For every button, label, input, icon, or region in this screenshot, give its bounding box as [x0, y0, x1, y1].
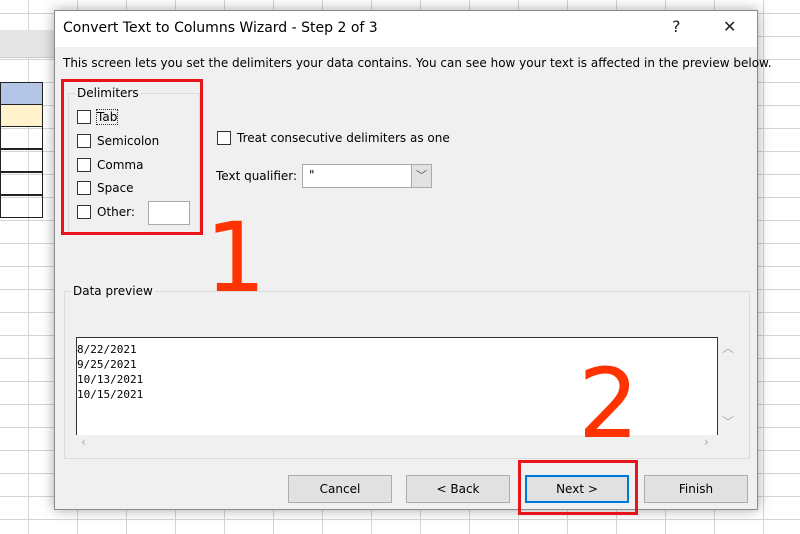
- checkbox-box[interactable]: [217, 131, 231, 145]
- cell[interactable]: [0, 126, 43, 149]
- finish-button[interactable]: Finish: [644, 475, 748, 503]
- annotation-step-1: 1: [205, 202, 267, 314]
- chevron-down-icon[interactable]: ﹀: [411, 165, 431, 187]
- highlight-next: [518, 460, 638, 515]
- cell[interactable]: [0, 195, 43, 218]
- text-qualifier-select[interactable]: " ﹀: [302, 164, 432, 188]
- annotation-step-2: 2: [578, 348, 640, 460]
- cancel-button[interactable]: Cancel: [288, 475, 392, 503]
- cell[interactable]: [0, 149, 43, 172]
- dialog-title: Convert Text to Columns Wizard - Step 2 …: [63, 20, 378, 36]
- text-qualifier-label: Text qualifier:: [216, 169, 298, 183]
- scroll-left-icon[interactable]: ‹: [81, 435, 86, 449]
- description: This screen lets you set the delimiters …: [63, 56, 772, 70]
- text-qualifier-value: ": [309, 168, 315, 182]
- cell-header-blue[interactable]: [0, 82, 43, 105]
- cell[interactable]: [0, 172, 43, 195]
- title-bar: Convert Text to Columns Wizard - Step 2 …: [55, 11, 757, 47]
- cell-yellow[interactable]: [0, 104, 43, 127]
- help-button[interactable]: ?: [672, 17, 681, 36]
- highlight-delimiters: [61, 79, 203, 235]
- scroll-down-icon[interactable]: ﹀: [722, 413, 734, 430]
- close-button[interactable]: ✕: [723, 17, 736, 36]
- scroll-right-icon[interactable]: ›: [704, 435, 709, 449]
- back-button[interactable]: < Back: [406, 475, 510, 503]
- scroll-up-icon[interactable]: ︿: [722, 339, 734, 356]
- consecutive-delimiters-checkbox[interactable]: Treat consecutive delimiters as one: [217, 131, 450, 145]
- data-preview-label: Data preview: [71, 284, 155, 298]
- consecutive-label: Treat consecutive delimiters as one: [237, 131, 450, 145]
- column-header: [0, 30, 54, 58]
